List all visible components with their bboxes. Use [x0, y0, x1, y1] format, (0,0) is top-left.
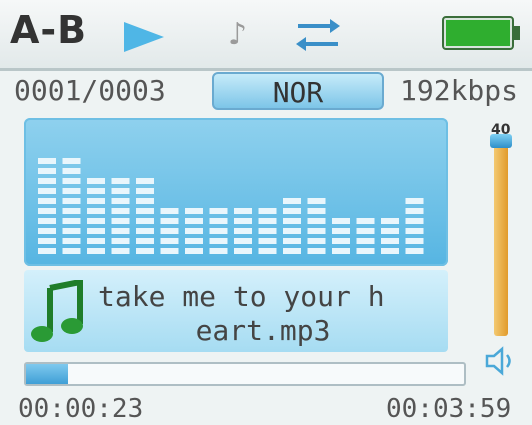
elapsed-time: 00:00:23 [18, 394, 144, 424]
spectrum-bar [160, 208, 179, 254]
spectrum-bar [405, 198, 424, 254]
spectrum-bar [87, 178, 105, 254]
speaker-icon[interactable] [484, 346, 518, 380]
spectrum-bar [258, 208, 277, 254]
note-icon: ♪ [228, 17, 248, 52]
battery-icon [442, 14, 522, 56]
spectrum-bar [307, 198, 326, 254]
bitrate-label: 192kbps [400, 74, 519, 107]
song-title-box: take me to your h eart.mp3 [24, 270, 448, 352]
track-counter: 0001/0003 [14, 74, 166, 107]
progress-bar[interactable] [24, 362, 466, 386]
play-icon[interactable] [122, 20, 166, 58]
spectrum-bar [38, 158, 56, 254]
spectrum-bar [283, 198, 301, 254]
spectrum-bar [234, 208, 252, 254]
spectrum-bar [381, 218, 399, 254]
spectrum-bar [209, 208, 228, 254]
repeat-icon[interactable] [296, 18, 340, 58]
volume-slider[interactable] [494, 140, 508, 336]
song-title-line-1: take me to your h [98, 280, 385, 313]
music-note-icon [30, 278, 90, 350]
spectrum-analyzer [24, 118, 448, 266]
spectrum-bar [185, 208, 203, 254]
progress-fill [26, 364, 69, 384]
song-title-line-2: eart.mp3 [195, 314, 331, 347]
spectrum-bar [62, 158, 81, 254]
volume-knob[interactable] [490, 134, 512, 148]
status-bar: A-B ♪ [0, 0, 532, 71]
spectrum-bar [332, 218, 350, 254]
spectrum-bar [356, 218, 375, 254]
spectrum-bar [136, 178, 154, 254]
total-time: 00:03:59 [386, 394, 512, 424]
spectrum-bar [111, 178, 130, 254]
ab-repeat-label[interactable]: A-B [10, 8, 87, 52]
eq-mode-button[interactable]: NOR [212, 72, 384, 110]
